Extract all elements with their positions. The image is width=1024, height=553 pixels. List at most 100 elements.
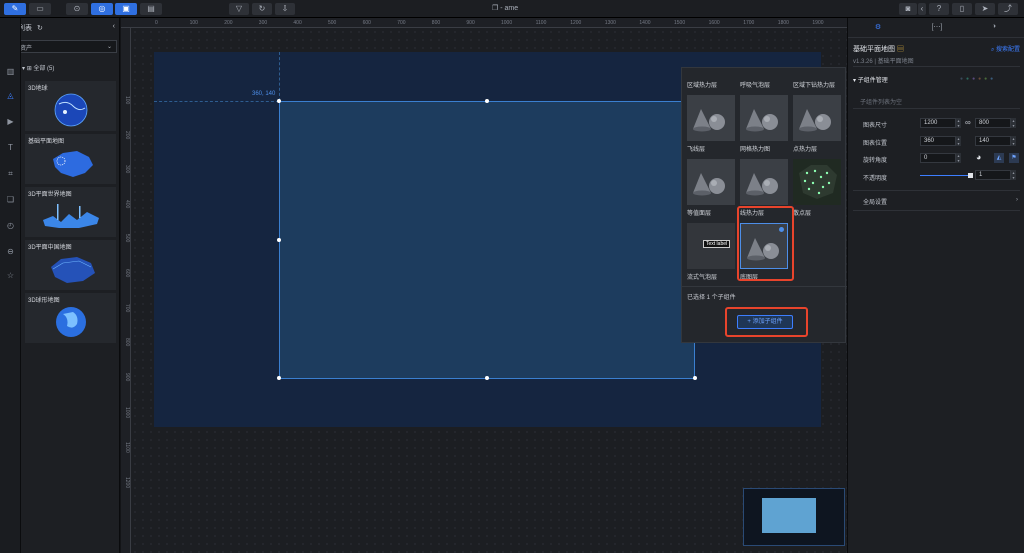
text-label-tag: Text label	[703, 240, 731, 248]
section-title: 子组件管理	[857, 78, 888, 84]
layer-option[interactable]: 网格热力图	[740, 95, 788, 153]
download-icon[interactable]: ⇩	[275, 3, 295, 15]
minimap-viewport	[762, 498, 816, 533]
media-icon[interactable]: ▶	[5, 116, 16, 127]
opacity-label: 不透明度	[863, 176, 888, 182]
box-icon[interactable]: ▤	[140, 3, 162, 15]
resize-handle-bl[interactable]	[277, 376, 281, 380]
layer-name: 区域下钻热力层	[793, 83, 836, 89]
asset-3d-china-map[interactable]: 3D平面中国地图	[25, 240, 116, 290]
width-input[interactable]: 1200	[920, 118, 956, 128]
target-icon[interactable]: ◎	[91, 3, 113, 15]
copy-icon: ❐	[492, 5, 501, 12]
ruler-tick-label: 1000	[501, 20, 513, 26]
height-input[interactable]: 800	[975, 118, 1011, 128]
sub-component-section[interactable]: ▾ 子组件管理	[853, 75, 888, 84]
width-stepper[interactable]: ▴ ▾	[956, 118, 961, 128]
ruler-tick-label: 500	[124, 234, 130, 243]
layer-option[interactable]: 点热力层	[793, 95, 841, 153]
resize-handle-br[interactable]	[693, 376, 697, 380]
layer-option[interactable]: 等值面层	[687, 159, 735, 217]
layer-option[interactable]: 散点层	[793, 159, 841, 217]
asset-3d-world-map[interactable]: 3D平面世界地图	[25, 187, 116, 237]
refresh-icon[interactable]: ↻	[252, 3, 272, 15]
opacity-slider-knob[interactable]	[968, 173, 973, 178]
link-icon[interactable]: ∞	[965, 118, 971, 127]
guide-line-horizontal	[154, 101, 279, 102]
asset-3d-earth[interactable]: 3D地球	[25, 81, 116, 131]
cone-sphere-icon	[746, 173, 778, 196]
resize-handle-b[interactable]	[485, 376, 489, 380]
layer-top-label[interactable]: 区域热力层	[687, 80, 735, 89]
layer-option[interactable]: Text label 流式气泡层	[687, 223, 735, 281]
doc-icon[interactable]: ▤	[897, 46, 904, 53]
position-x-input[interactable]: 360	[920, 136, 956, 146]
ruler-tick-label: 200	[224, 20, 233, 26]
rotation-input[interactable]: 0	[920, 153, 956, 163]
height-stepper[interactable]: ▴ ▾	[1011, 118, 1016, 128]
refresh-small-icon[interactable]: ↻	[37, 25, 43, 32]
edit-icon[interactable]: ✎	[4, 3, 26, 15]
chevron-right-icon[interactable]: ›	[1016, 197, 1018, 203]
caret-down-icon: ▾	[22, 66, 26, 72]
interaction-icon[interactable]: ◑	[984, 23, 1004, 30]
opacity-stepper[interactable]: ▴ ▾	[1011, 170, 1016, 180]
layer-top-label[interactable]: 呼吸气泡层	[740, 80, 788, 89]
position-y-input[interactable]: 140	[975, 136, 1011, 146]
minimap[interactable]	[743, 488, 845, 546]
panel-icon[interactable]: ▣	[115, 3, 137, 15]
highlight-selected-layer	[737, 206, 794, 281]
position-label: 图表位置	[863, 141, 888, 147]
position-x-stepper[interactable]: ▴ ▾	[956, 136, 961, 146]
settings-icon[interactable]: ⚙	[868, 23, 888, 31]
collapse-icon[interactable]: ‹	[918, 3, 926, 15]
position-y-stepper[interactable]: ▴ ▾	[1011, 136, 1016, 146]
guide-line-vertical	[279, 52, 280, 101]
tree-head[interactable]: ▾ ⊞ 全部 (5)	[22, 63, 54, 72]
text-icon[interactable]: T	[5, 142, 16, 153]
camera-icon[interactable]: ◙	[899, 3, 917, 15]
share-icon[interactable]: ⤴	[998, 3, 1018, 15]
layout-icon[interactable]: ⊙	[66, 3, 88, 15]
send-icon[interactable]: ➤	[975, 3, 995, 15]
scatter-map-preview	[793, 159, 841, 205]
position-readout: 360, 140	[252, 91, 276, 97]
top-toolbar: ✎ ▭ ⊙ ◎ ▣ ▤ ▽ ↻ ⇩ ❐ - ame ◙ ‹ ? ▯ ➤ ⤴	[0, 0, 1024, 18]
layers-icon[interactable]: ▭	[29, 3, 51, 15]
filter-icon[interactable]: ▽	[229, 3, 249, 15]
asset-3d-sphere-map[interactable]: 3D球形地图	[25, 293, 116, 343]
folder-icon[interactable]: ❏	[5, 194, 16, 205]
help-icon[interactable]: ?	[929, 3, 949, 15]
rotation-stepper[interactable]: ▴ ▾	[956, 153, 961, 163]
layer-top-label[interactable]: 区域下钻热力层	[793, 80, 841, 89]
global-settings-label[interactable]: 全局设置	[863, 197, 887, 206]
book-icon[interactable]: ▯	[952, 3, 972, 15]
cone-sphere-icon	[693, 173, 725, 196]
resize-handle-tl[interactable]	[277, 99, 281, 103]
china-map-thumbnail	[53, 151, 93, 177]
resize-handle-l[interactable]	[277, 238, 281, 242]
selected-component-box[interactable]	[279, 101, 695, 379]
asset-basic-flat-map[interactable]: 基础平面地图	[25, 134, 116, 184]
window-title-text: - ame	[500, 5, 519, 12]
flip-horizontal-icon[interactable]: ◭	[994, 153, 1004, 163]
collapse-panel-icon[interactable]: ‹	[113, 23, 115, 30]
flip-vertical-icon[interactable]: ⚑	[1009, 153, 1019, 163]
minus-circle-icon[interactable]: ⊖	[5, 246, 16, 257]
interaction-icon[interactable]: ◴	[5, 220, 16, 231]
opacity-input[interactable]: 1	[975, 170, 1011, 180]
resize-handle-t[interactable]	[485, 99, 489, 103]
chart-icon[interactable]: ▥	[5, 66, 16, 77]
data-icon[interactable]: [⋯]	[927, 23, 947, 31]
rotation-dial-icon[interactable]: ◕	[976, 152, 981, 162]
cone-sphere-icon	[746, 109, 778, 132]
opacity-slider[interactable]	[920, 175, 972, 176]
network-icon[interactable]: ⌗	[5, 168, 16, 179]
star-icon[interactable]: ☆	[5, 270, 16, 281]
component-title: 基础平面地图 ▤	[853, 44, 904, 54]
layer-option[interactable]: 飞线层	[687, 95, 735, 153]
cone-sphere-preview	[740, 159, 788, 205]
search-config-link[interactable]: ⌕ 搜索配置	[991, 44, 1020, 54]
map-icon[interactable]: ◬	[5, 90, 16, 101]
config-tabs: ⚙ [⋯] ◑	[848, 18, 1024, 38]
